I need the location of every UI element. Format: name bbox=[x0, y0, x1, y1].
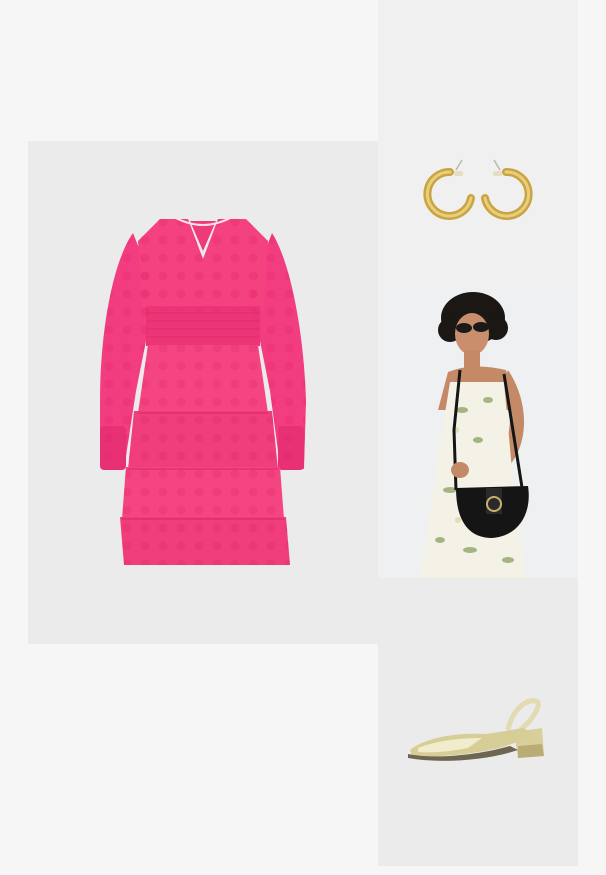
gold-hoop-earrings-image bbox=[423, 159, 533, 220]
bag-product-tile[interactable] bbox=[378, 290, 578, 578]
pink-tiered-dress-image bbox=[100, 216, 306, 565]
outfit-board: { "board": { "background_color": "#f6f6f… bbox=[0, 0, 606, 875]
earrings-product-tile[interactable] bbox=[378, 0, 578, 290]
dress-product-tile[interactable] bbox=[28, 141, 378, 644]
model-with-black-saddle-bag bbox=[378, 290, 578, 578]
shoe-product-tile[interactable] bbox=[378, 578, 578, 866]
gold-slingback-pump-image bbox=[408, 698, 544, 761]
